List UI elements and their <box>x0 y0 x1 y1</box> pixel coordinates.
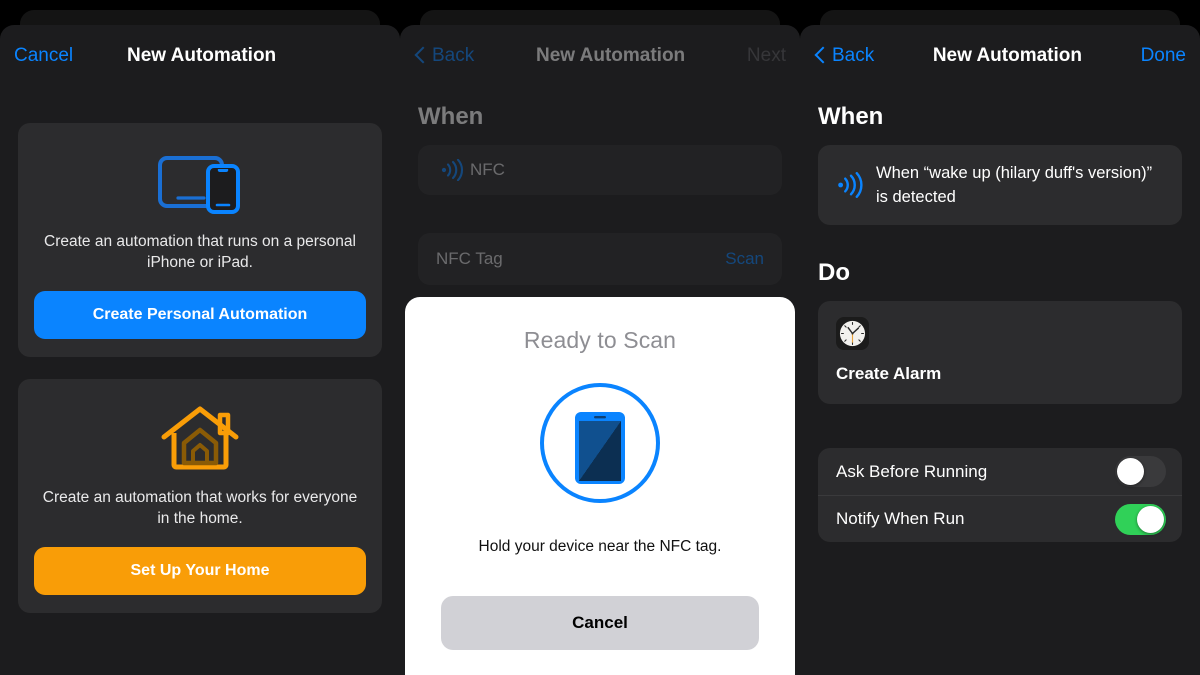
section-header-do: Do <box>818 259 850 286</box>
personal-automation-card: Create an automation that runs on a pers… <box>18 123 382 357</box>
section-header-when: When <box>818 103 884 130</box>
modal-sheet: Back New Automation Done When When “wake… <box>800 25 1200 675</box>
home-house-icon <box>34 403 366 475</box>
notify-when-run-toggle[interactable] <box>1115 503 1166 535</box>
option-label: Ask Before Running <box>836 461 988 481</box>
phone-in-circle-nfc-icon <box>441 368 759 518</box>
navigation-bar: Back New Automation Done <box>800 25 1200 87</box>
clock-app-icon <box>836 317 869 350</box>
done-button[interactable]: Done <box>1141 45 1186 67</box>
action-title: Create Alarm <box>836 364 942 383</box>
trigger-card-nfc[interactable]: When “wake up (hilary duff's version)” i… <box>818 145 1182 225</box>
navigation-bar: Cancel New Automation <box>0 25 400 87</box>
devices-iphone-ipad-icon <box>34 147 366 219</box>
create-personal-automation-button[interactable]: Create Personal Automation <box>34 291 366 339</box>
screenshot-root: Cancel New Automation Create an automati… <box>0 0 1200 675</box>
personal-automation-description: Create an automation that runs on a pers… <box>44 233 356 271</box>
ready-to-scan-dialog: Ready to Scan Hold your device near the … <box>405 297 795 675</box>
modal-sheet: Cancel New Automation Create an automati… <box>0 25 400 675</box>
screen-nfc-trigger-setup: Back New Automation Next When NFC NFC Ta… <box>400 0 800 675</box>
option-label: Notify When Run <box>836 509 965 528</box>
screen-choose-automation-type: Cancel New Automation Create an automati… <box>0 0 400 675</box>
screen-automation-summary: Back New Automation Done When When “wake… <box>800 0 1200 675</box>
action-card-create-alarm[interactable]: Create Alarm <box>818 301 1182 404</box>
trigger-description: When “wake up (hilary duff's version)” i… <box>876 164 1153 206</box>
home-automation-description: Create an automation that works for ever… <box>42 489 358 527</box>
modal-sheet: Back New Automation Next When NFC NFC Ta… <box>400 25 800 675</box>
back-button[interactable]: Back <box>832 45 874 67</box>
cancel-button[interactable]: Cancel <box>14 45 73 67</box>
ask-before-running-toggle[interactable] <box>1115 456 1166 487</box>
home-automation-card: Create an automation that works for ever… <box>18 379 382 613</box>
automation-options-list: Ask Before Running Notify When Run <box>818 448 1182 542</box>
option-row-notify-when-run[interactable]: Notify When Run <box>818 495 1182 542</box>
dialog-title: Ready to Scan <box>523 327 677 353</box>
page-title: New Automation <box>126 45 277 66</box>
option-row-ask-before-running[interactable]: Ask Before Running <box>818 448 1182 495</box>
chevron-left-icon <box>814 45 827 67</box>
dialog-cancel-button[interactable]: Cancel <box>441 596 759 650</box>
set-up-your-home-button[interactable]: Set Up Your Home <box>34 547 366 595</box>
page-title: New Automation <box>932 45 1082 66</box>
nfc-icon <box>836 172 866 198</box>
dialog-message: Hold your device near the NFC tag. <box>478 538 722 555</box>
